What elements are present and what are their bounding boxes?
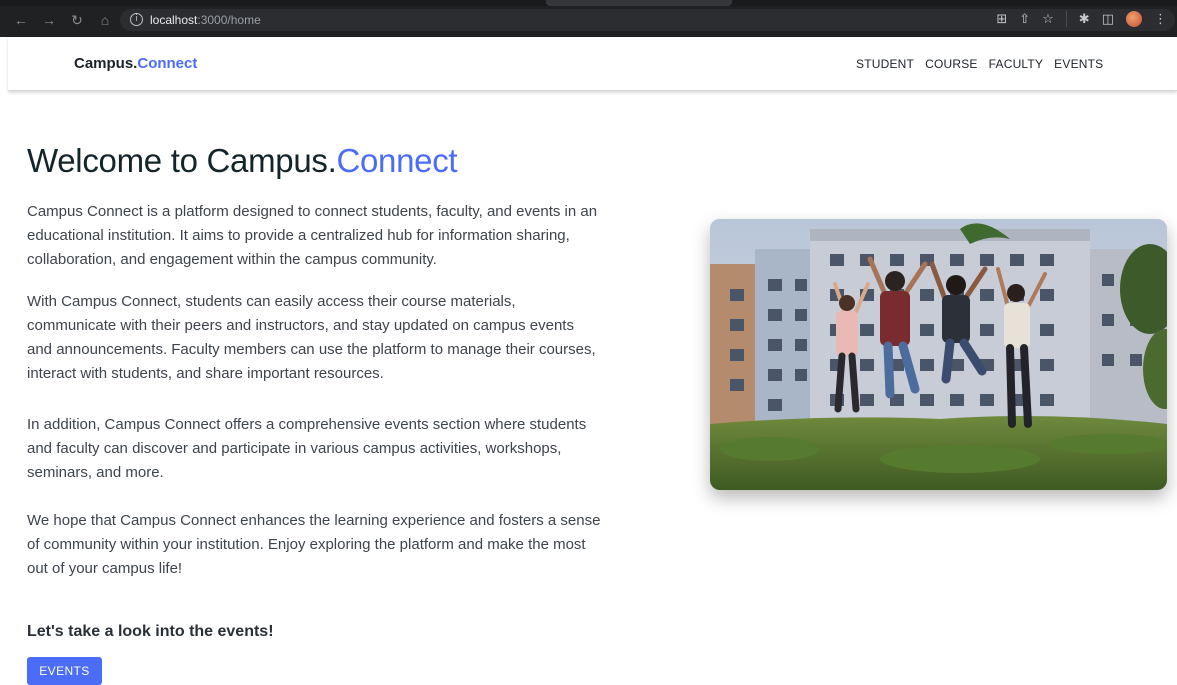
nav-faculty[interactable]: FACULTY bbox=[989, 57, 1044, 71]
brand-main-text: Campus. bbox=[74, 55, 138, 72]
share-icon[interactable]: ⇧ bbox=[1019, 11, 1030, 27]
reload-icon[interactable]: ↻ bbox=[70, 12, 84, 28]
browser-toolbar: ← → ↻ ⌂ i localhost:3000/home ⊞ ⇧ ☆ ✱ ◫ … bbox=[0, 0, 1177, 37]
brand-accent-text: Connect bbox=[137, 55, 198, 72]
kebab-menu-icon[interactable]: ⋮ bbox=[1154, 11, 1167, 27]
title-accent-text: Connect bbox=[336, 142, 458, 179]
url-path: :3000/home bbox=[197, 13, 261, 27]
main-nav: STUDENT COURSE FACULTY EVENTS bbox=[856, 57, 1114, 71]
url-host: localhost bbox=[150, 13, 198, 27]
title-main-text: Welcome to Campus. bbox=[27, 142, 337, 179]
nav-course[interactable]: COURSE bbox=[925, 57, 978, 71]
url-text[interactable]: localhost:3000/home bbox=[150, 13, 261, 27]
brand-logo[interactable]: Campus.Connect bbox=[74, 55, 197, 72]
nav-student[interactable]: STUDENT bbox=[856, 57, 914, 71]
puzzle-icon[interactable]: ✱ bbox=[1079, 11, 1090, 27]
home-icon[interactable]: ⌂ bbox=[98, 12, 112, 28]
intro-paragraph-3: In addition, Campus Connect offers a com… bbox=[27, 416, 587, 481]
back-arrow-icon[interactable]: ← bbox=[14, 12, 28, 28]
install-icon[interactable]: ⊞ bbox=[996, 11, 1007, 27]
intro-paragraph-4: We hope that Campus Connect enhances the… bbox=[27, 512, 601, 577]
toolbar-divider bbox=[1065, 11, 1067, 27]
side-panel-icon[interactable]: ◫ bbox=[1102, 11, 1114, 27]
profile-avatar[interactable] bbox=[1126, 11, 1142, 27]
intro-paragraph-1: Campus Connect is a platform designed to… bbox=[27, 203, 598, 268]
nav-events[interactable]: EVENTS bbox=[1054, 57, 1103, 71]
forward-arrow-icon[interactable]: → bbox=[42, 12, 56, 28]
page-title: Welcome to Campus.Connect bbox=[27, 142, 458, 180]
events-heading: Let's take a look into the events! bbox=[27, 623, 274, 640]
active-tab-indicator[interactable] bbox=[546, 0, 732, 6]
campus-photo bbox=[710, 219, 1167, 490]
app-header: Campus.Connect STUDENT COURSE FACULTY EV… bbox=[8, 37, 1177, 91]
info-icon[interactable]: i bbox=[130, 13, 143, 26]
star-icon[interactable]: ☆ bbox=[1042, 11, 1054, 27]
intro-paragraph-2: With Campus Connect, students can easily… bbox=[27, 293, 596, 382]
